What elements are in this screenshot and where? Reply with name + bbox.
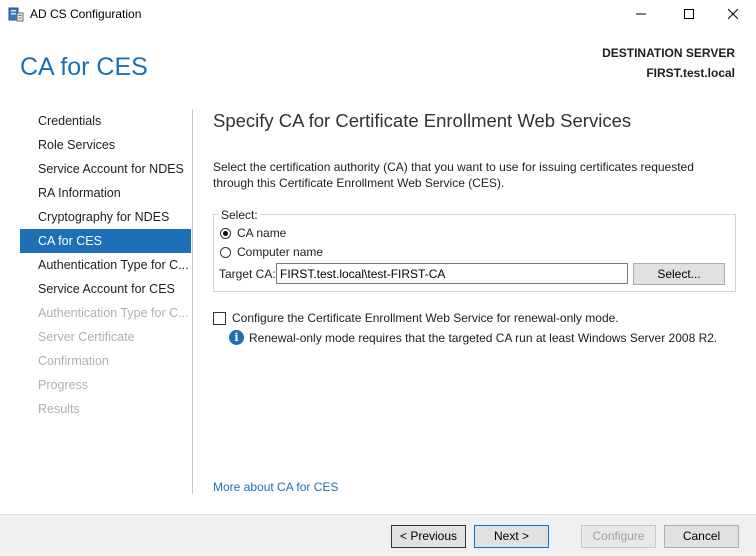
renewal-only-option[interactable]: Configure the Certificate Enrollment Web… [213,311,619,325]
radio-computer-name-label[interactable]: Computer name [237,245,323,259]
renewal-info-text: Renewal-only mode requires that the targ… [249,330,718,345]
close-icon [727,8,739,22]
target-ca-label: Target CA: [219,267,276,281]
page-title: CA for CES [20,53,148,81]
description-text: Select the certification authority (CA) … [213,160,694,190]
sidebar-item-results: Results [38,402,80,416]
radio-computer-name[interactable]: Computer name [220,244,323,260]
sidebar-item-role-services[interactable]: Role Services [20,133,191,157]
renewal-only-label[interactable]: Configure the Certificate Enrollment Web… [232,311,619,325]
select-ca-button[interactable]: Select... [633,263,725,285]
destination-server-label: DESTINATION SERVER [602,46,735,60]
more-about-link[interactable]: More about CA for CES [213,480,338,494]
sidebar-item-confirmation: Confirmation [38,354,109,368]
target-ca-input[interactable] [276,263,628,284]
minimize-button[interactable] [618,0,664,29]
sidebar-item-service-account-ces[interactable]: Service Account for CES [20,277,191,301]
sidebar-item-authentication-type-ces-2: Authentication Type for C... [38,306,189,320]
radio-ca-name[interactable]: CA name [220,225,286,241]
info-icon: i [229,330,244,345]
destination-server-value: FIRST.test.local [646,66,735,80]
radio-ca-name-button[interactable] [220,227,231,239]
maximize-button[interactable] [666,0,712,29]
renewal-info: i Renewal-only mode requires that the ta… [229,330,717,345]
sidebar-item-service-account-ndes[interactable]: Service Account for NDES [20,157,191,181]
app-server-icon [8,7,24,22]
sidebar-item-progress: Progress [38,378,89,392]
sidebar-item-authentication-type-ces[interactable]: Authentication Type for C... [20,253,191,277]
next-button[interactable]: Next > [474,525,549,548]
title-bar: AD CS Configuration [0,0,756,29]
sidebar-item-ca-for-ces[interactable]: CA for CES [20,229,191,253]
close-button[interactable] [710,0,756,29]
minimize-icon [636,8,646,22]
renewal-only-checkbox[interactable] [213,311,226,325]
radio-ca-name-label[interactable]: CA name [237,226,286,240]
window-title: AD CS Configuration [30,7,142,21]
sidebar: Credentials Role Services Service Accoun… [20,109,191,421]
sidebar-item-credentials[interactable]: Credentials [20,109,191,133]
sidebar-item-cryptography-ndes[interactable]: Cryptography for NDES [20,205,191,229]
maximize-icon [684,8,694,22]
radio-computer-name-button[interactable] [220,246,231,258]
sidebar-item-server-certificate: Server Certificate [38,330,135,344]
select-group-legend: Select: [219,208,260,222]
configure-button: Configure [581,525,656,548]
cancel-button[interactable]: Cancel [664,525,739,548]
sidebar-divider [192,109,193,494]
sidebar-item-ra-information[interactable]: RA Information [20,181,191,205]
section-heading: Specify CA for Certificate Enrollment We… [213,110,632,131]
previous-button[interactable]: < Previous [391,525,466,548]
